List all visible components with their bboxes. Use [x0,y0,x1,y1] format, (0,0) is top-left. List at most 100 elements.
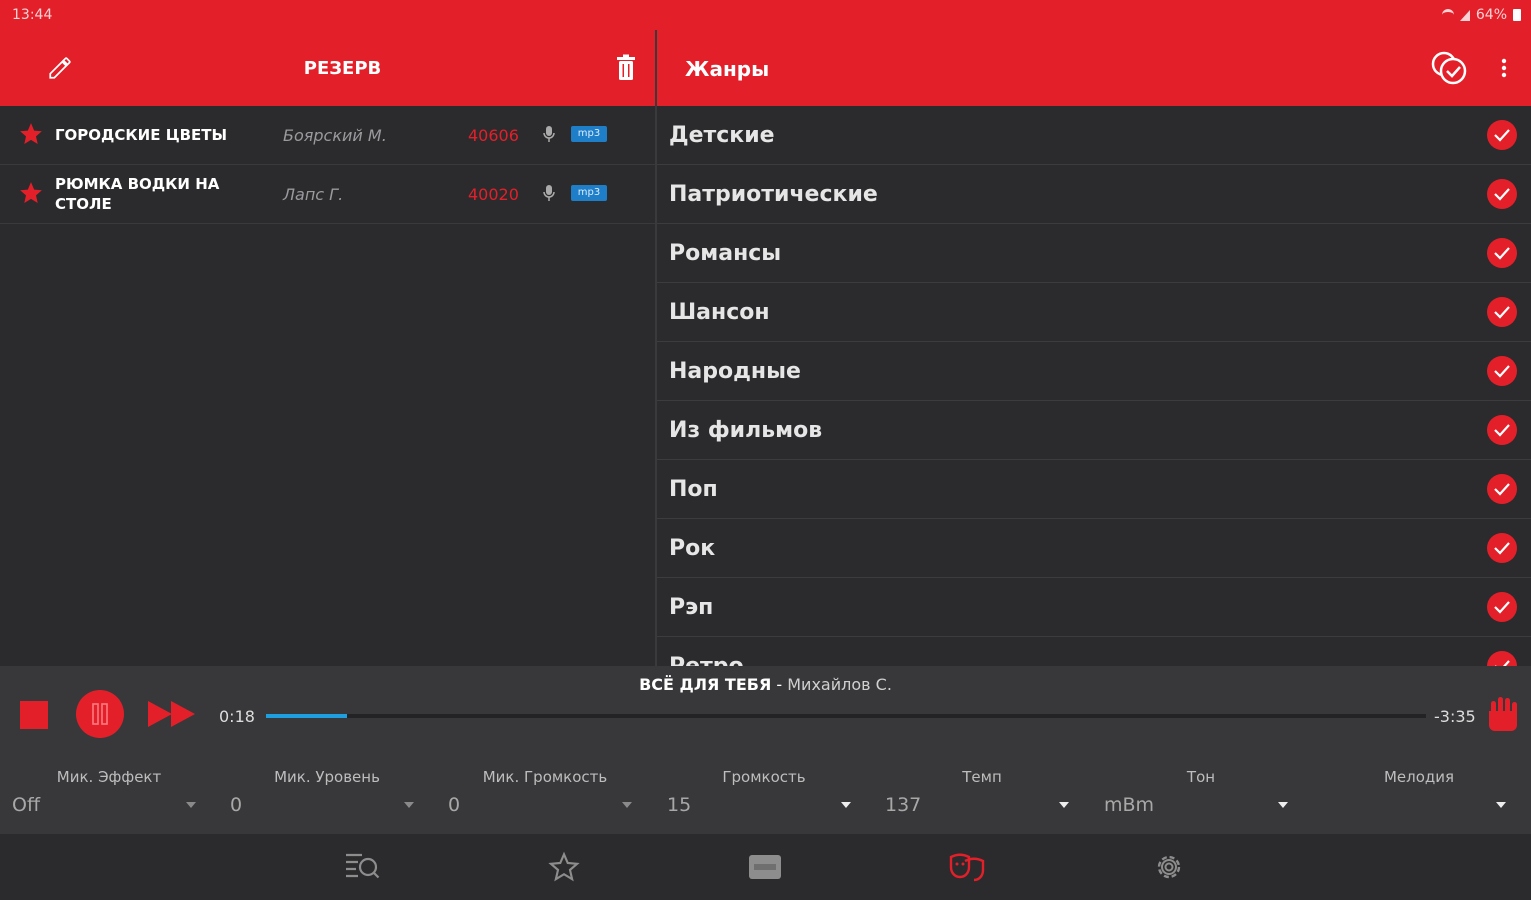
genre-label: Рэп [669,594,714,620]
trash-icon[interactable] [606,50,646,86]
mic-volume-value: 0 [448,794,461,816]
check-icon[interactable] [1487,297,1517,327]
hand-icon[interactable] [1482,692,1524,734]
song-code: 40606 [468,125,519,145]
mic-effect-label: Мик. Эффект [56,768,162,786]
genre-row[interactable]: Из фильмов [657,401,1531,460]
mic-effect-select[interactable]: Мик. Эффект Off [0,758,218,834]
pause-icon[interactable] [74,688,126,740]
genre-row[interactable]: Патриотические [657,165,1531,224]
genre-label: Детские [669,122,775,148]
mic-volume-label: Мик. Громкость [482,768,608,786]
volume-label: Громкость [722,768,806,786]
genre-row[interactable]: Рок [657,519,1531,578]
tempo-select[interactable]: Темп 137 [873,758,1091,834]
song-name: ГОРОДСКИЕ ЦВЕТЫ [55,126,228,144]
chevron-down-icon [1059,802,1069,808]
star-icon[interactable] [18,121,44,151]
genre-label: Из фильмов [669,417,823,443]
genre-row[interactable]: Шансон [657,283,1531,342]
check-icon[interactable] [1487,592,1517,622]
star-icon[interactable] [18,180,44,210]
volume-select[interactable]: Громкость 15 [655,758,873,834]
favorites-icon[interactable] [544,847,584,887]
status-icons: 64% [1441,7,1521,23]
genre-row[interactable]: Поп [657,460,1531,519]
chevron-down-icon [841,802,851,808]
genre-row[interactable]: Ретро [657,637,1531,666]
chevron-down-icon [622,802,632,808]
fast-forward-icon[interactable] [144,696,198,732]
key-value: mBm [1104,794,1155,816]
mic-effect-value: Off [12,794,41,816]
check-icon[interactable] [1487,651,1517,666]
key-select[interactable]: Тон mBm [1092,758,1310,834]
chevron-down-icon [186,802,196,808]
chevron-down-icon [404,802,414,808]
progress-bar[interactable] [266,714,1426,718]
genre-list: Детские Патриотические Романсы Шансон На… [657,106,1531,666]
wifi-icon [1441,8,1454,22]
signal-icon [1459,9,1470,21]
mic-level-value: 0 [230,794,243,816]
check-icon[interactable] [1487,238,1517,268]
battery-icon [1513,9,1521,21]
genre-label: Поп [669,476,718,502]
check-icon[interactable] [1487,533,1517,563]
genre-label: Рок [669,535,716,561]
tempo-label: Темп [962,768,1002,786]
genre-row[interactable]: Детские [657,106,1531,165]
genre-label: Народные [669,358,801,384]
more-vert-icon[interactable] [1491,50,1517,86]
check-all-icon[interactable] [1427,46,1471,90]
melody-select[interactable]: Мелодия [1310,758,1528,834]
now-playing-separator: - [771,675,788,694]
mic-level-label: Мик. Уровень [274,768,380,786]
player-bar: ВСЁ ДЛЯ ТЕБЯ - Михайлов С. 0:18 -3:35 [0,666,1531,758]
mic-level-select[interactable]: Мик. Уровень 0 [218,758,436,834]
progress-fill [266,714,348,718]
song-row[interactable]: РЮМКА ВОДКИ НА СТОЛЕ Лапс Г. 40020 mp3 [0,165,655,224]
check-icon[interactable] [1487,474,1517,504]
status-time: 13:44 [12,7,53,23]
format-badge: mp3 [571,185,607,201]
reserve-title: РЕЗЕРВ [303,58,382,79]
elapsed-time: 0:18 [219,707,255,726]
genre-row[interactable]: Рэп [657,578,1531,637]
battery-percent: 64% [1475,7,1507,23]
check-icon[interactable] [1487,179,1517,209]
controls-row: Мик. Эффект Off Мик. Уровень 0 Мик. Гром… [0,758,1531,834]
song-row[interactable]: ГОРОДСКИЕ ЦВЕТЫ Боярский М. 40606 mp3 [0,106,655,165]
genres-icon[interactable] [947,847,987,887]
chevron-down-icon [1496,802,1506,808]
format-badge: mp3 [571,126,607,142]
new-icon[interactable] [745,847,785,887]
volume-value: 15 [667,794,692,816]
reserve-list: ГОРОДСКИЕ ЦВЕТЫ Боярский М. 40606 mp3 РЮ… [0,106,655,224]
song-name: РЮМКА ВОДКИ НА СТОЛЕ [55,175,220,213]
check-icon[interactable] [1487,120,1517,150]
genre-label: Патриотические [669,181,878,207]
genre-label: Ретро [669,653,744,667]
status-bar: 13:44 64% [0,0,1531,30]
genre-row[interactable]: Романсы [657,224,1531,283]
stop-icon[interactable] [14,696,54,734]
remaining-time: -3:35 [1434,707,1476,726]
check-icon[interactable] [1487,356,1517,386]
now-playing-artist: Михайлов С. [787,675,892,694]
genres-title: Жанры [685,57,770,81]
mic-icon [543,125,555,147]
genre-row[interactable]: Народные [657,342,1531,401]
reserve-toolbar: РЕЗЕРВ [0,30,655,106]
pencil-icon[interactable] [40,50,80,86]
genre-label: Шансон [669,299,770,325]
genres-toolbar: Жанры [657,30,1531,106]
song-code: 40020 [468,184,519,204]
song-artist: Боярский М. [283,125,387,145]
playlist-search-icon[interactable] [342,847,382,887]
mic-icon [543,184,555,206]
mic-volume-select[interactable]: Мик. Громкость 0 [436,758,654,834]
settings-icon[interactable] [1149,847,1189,887]
genre-label: Романсы [669,240,782,266]
check-icon[interactable] [1487,415,1517,445]
